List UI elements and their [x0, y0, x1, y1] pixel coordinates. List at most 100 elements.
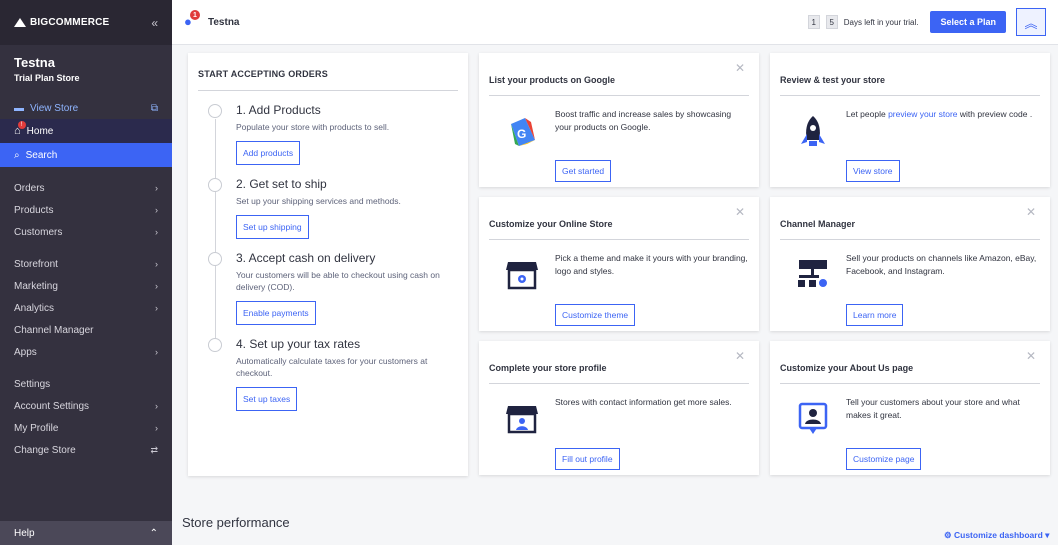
chevron-right-icon: › — [155, 205, 158, 215]
analytics-label: Analytics — [14, 302, 55, 314]
storefront-icon: ▬ — [14, 102, 24, 114]
storefront-label: Storefront — [14, 258, 58, 270]
storefront-person-icon — [489, 396, 555, 434]
home-icon: ⌂! — [14, 121, 26, 137]
text-after: with preview code . — [957, 109, 1033, 119]
search-label: Search — [25, 149, 58, 161]
sidebar-item-account-settings[interactable]: Account Settings › — [0, 395, 172, 417]
sidebar-item-marketing[interactable]: Marketing › — [0, 275, 172, 297]
topbar-store: ● 1 Testna — [184, 10, 240, 30]
switch-arrows-icon: ⇄ — [150, 444, 158, 455]
add-products-button[interactable]: Add products — [236, 141, 301, 165]
store-profile-card: ✕ Complete your store profile Stores wit… — [479, 341, 759, 475]
step-circle-icon — [208, 252, 222, 266]
start-accepting-orders-card: START ACCEPTING ORDERS 1. Add Products P… — [188, 53, 468, 476]
store-info: Testna Trial Plan Store — [0, 45, 172, 91]
close-icon[interactable]: ✕ — [1026, 349, 1036, 363]
store-performance-heading: Store performance — [182, 515, 290, 530]
chevron-right-icon: › — [155, 183, 158, 193]
sidebar-item-apps[interactable]: Apps › — [0, 341, 172, 363]
customize-theme-button[interactable]: Customize theme — [555, 304, 636, 326]
close-icon[interactable]: ✕ — [735, 205, 745, 219]
sidebar-item-customers[interactable]: Customers › — [0, 221, 172, 243]
sidebar-item-home[interactable]: ⌂! Home — [0, 119, 172, 143]
view-store-label: View Store — [30, 102, 79, 114]
sidebar-item-orders[interactable]: Orders › — [0, 177, 172, 199]
apps-label: Apps — [14, 346, 37, 358]
sidebar-item-channel-manager[interactable]: Channel Manager — [0, 319, 172, 341]
customize-page-button[interactable]: Customize page — [846, 448, 922, 470]
set-up-taxes-button[interactable]: Set up taxes — [236, 387, 298, 411]
card-title: Review & test your store — [780, 53, 1040, 96]
topbar-store-name: Testna — [208, 16, 240, 28]
step-connector — [215, 267, 216, 342]
view-store-button[interactable]: View store — [846, 160, 900, 182]
collapse-sidebar-icon[interactable]: « — [151, 16, 158, 30]
get-started-button[interactable]: Get started — [555, 160, 612, 182]
settings-label: Settings — [14, 378, 51, 390]
google-card: ✕ List your products on Google G Boost t… — [479, 53, 759, 187]
chevron-right-icon: › — [155, 423, 158, 433]
enable-payments-button[interactable]: Enable payments — [236, 301, 316, 325]
help-label: Help — [14, 527, 35, 539]
close-icon[interactable]: ✕ — [1026, 205, 1036, 219]
close-icon[interactable]: ✕ — [735, 349, 745, 363]
select-plan-button[interactable]: Select a Plan — [930, 11, 1006, 33]
store-name: Testna — [14, 55, 55, 70]
sidebar-item-change-store[interactable]: Change Store ⇄ — [0, 439, 172, 461]
customize-store-card: ✕ Customize your Online Store Pick a the… — [479, 197, 759, 331]
home-badge: ! — [17, 121, 26, 129]
sidebar-item-analytics[interactable]: Analytics › — [0, 297, 172, 319]
google-shopping-icon: G — [489, 108, 555, 148]
account-settings-label: Account Settings — [14, 400, 90, 412]
card-text: Let people preview your store with previ… — [846, 108, 1040, 150]
review-card: Review & test your store Let people prev… — [770, 53, 1050, 187]
sidebar-item-search[interactable]: ⌕ Search — [0, 143, 172, 167]
help-bar[interactable]: Help ⌃ — [0, 521, 172, 545]
chevron-up-icon[interactable]: ︽ — [1016, 8, 1046, 36]
marketing-label: Marketing — [14, 280, 58, 292]
rocket-icon — [780, 108, 846, 150]
close-icon[interactable]: ✕ — [735, 61, 745, 75]
step-title: 1. Add Products — [236, 103, 321, 117]
fill-out-profile-button[interactable]: Fill out profile — [555, 448, 620, 470]
sidebar-item-storefront[interactable]: Storefront › — [0, 253, 172, 275]
customers-label: Customers — [14, 226, 63, 238]
channels-network-icon — [780, 252, 846, 290]
sidebar: BIGCOMMERCE « Testna Trial Plan Store ▬ V… — [0, 0, 172, 545]
step-tax-rates: 4. Set up your tax rates Automatically c… — [198, 337, 458, 411]
bigcommerce-logo[interactable]: BIGCOMMERCE — [14, 17, 109, 28]
set-up-shipping-button[interactable]: Set up shipping — [236, 215, 309, 239]
card-title: Complete your store profile — [489, 341, 749, 384]
view-store-link[interactable]: ▬ View Store ⧉ — [0, 97, 172, 119]
chevron-right-icon: › — [155, 227, 158, 237]
trial-days-digit-1: 1 — [807, 15, 820, 29]
top-bar: ● 1 Testna 1 5 Days left in your trial. S… — [172, 0, 1058, 45]
card-title: Customize your About Us page — [780, 341, 1040, 384]
home-label: Home — [26, 125, 54, 137]
notification-count: 1 — [190, 10, 200, 20]
preview-store-link[interactable]: preview your store — [888, 109, 957, 119]
my-profile-label: My Profile — [14, 422, 59, 434]
gear-icon: ⚙ — [944, 530, 954, 540]
sidebar-item-my-profile[interactable]: My Profile › — [0, 417, 172, 439]
chevron-right-icon: › — [155, 303, 158, 313]
chevron-right-icon: › — [155, 347, 158, 357]
trial-text: Days left in your trial. — [843, 17, 919, 27]
notification-bell-icon[interactable]: ● 1 — [184, 10, 200, 30]
profile-chat-icon — [780, 396, 846, 436]
step-title: 4. Set up your tax rates — [236, 337, 361, 351]
card-text: Pick a theme and make it yours with your… — [555, 253, 748, 276]
logo-mark-icon — [14, 18, 26, 27]
chevron-right-icon: › — [155, 259, 158, 269]
card-title: Customize your Online Store — [489, 197, 749, 240]
chevron-right-icon: › — [155, 281, 158, 291]
step-title: 2. Get set to ship — [236, 177, 327, 191]
sidebar-item-products[interactable]: Products › — [0, 199, 172, 221]
card-title: List your products on Google — [489, 53, 749, 96]
sidebar-item-settings[interactable]: Settings — [0, 373, 172, 395]
customize-dashboard-link[interactable]: ⚙ Customize dashboard ▾ — [944, 530, 1049, 541]
learn-more-button[interactable]: Learn more — [846, 304, 904, 326]
step-circle-icon — [208, 338, 222, 352]
trial-days-digit-2: 5 — [825, 15, 838, 29]
